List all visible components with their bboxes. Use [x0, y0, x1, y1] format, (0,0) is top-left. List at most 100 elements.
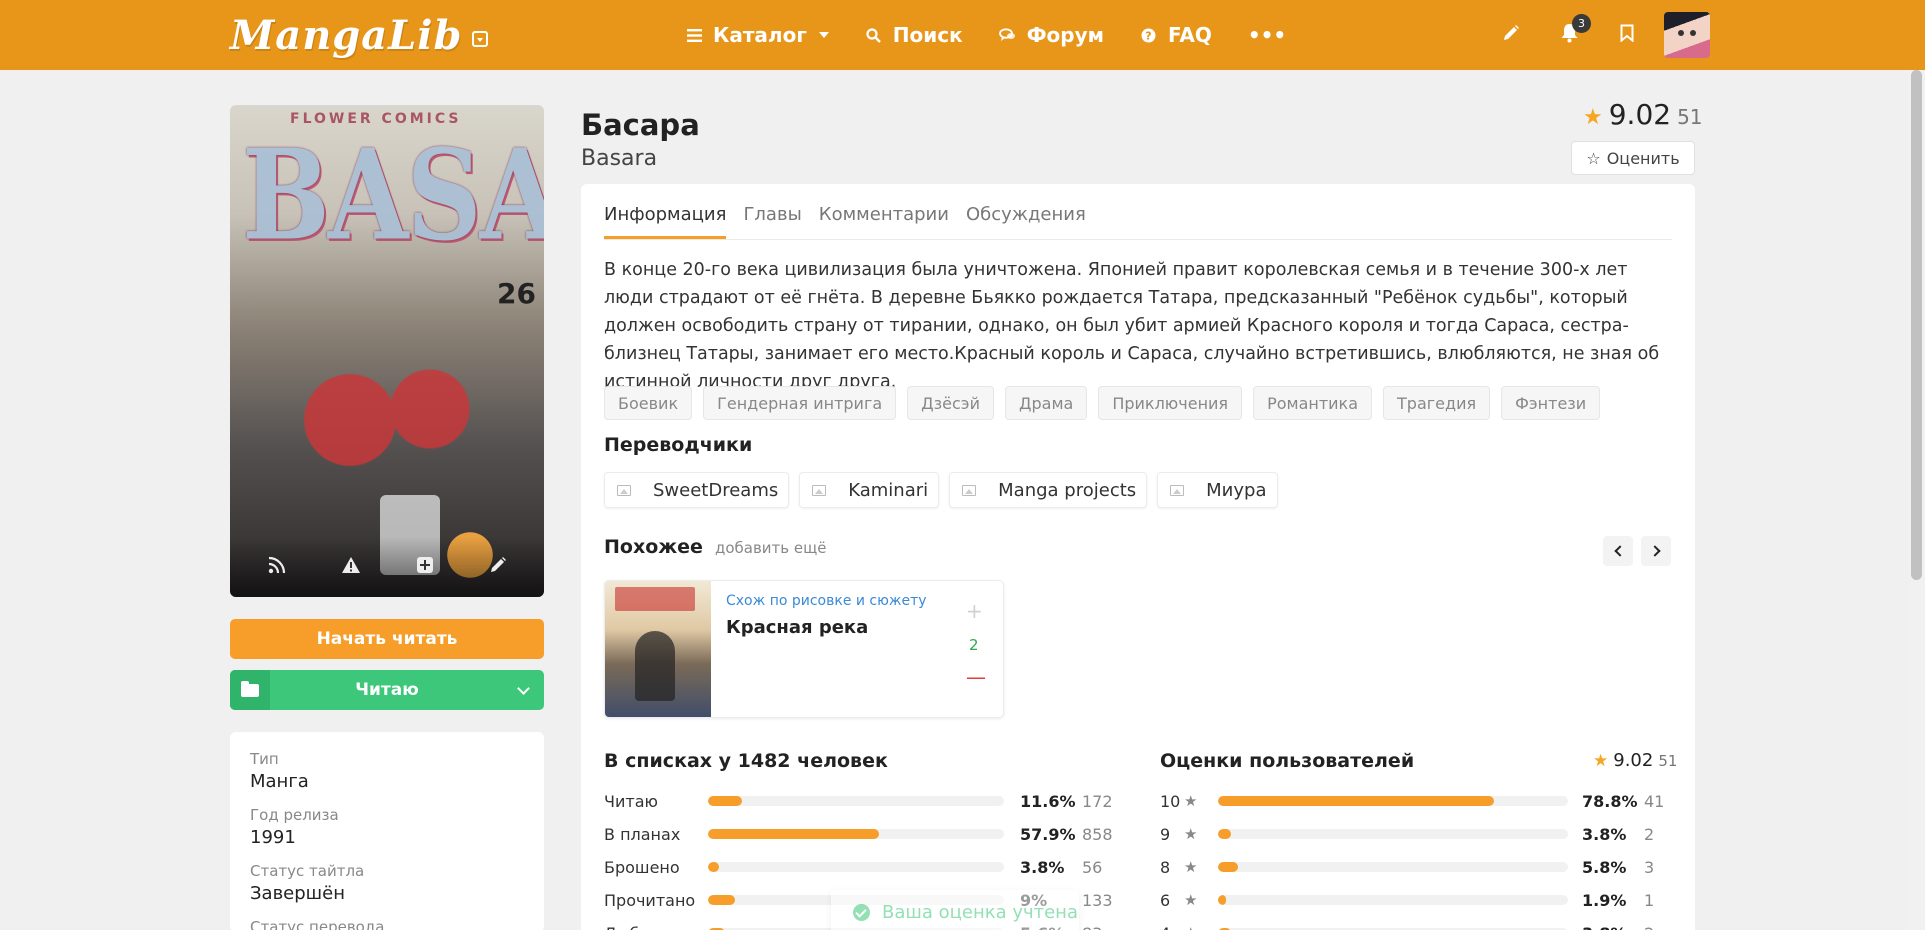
top-navbar: MangaLib Каталог Поиск Форум ? FAQ ••• 3: [0, 0, 1925, 70]
similar-name[interactable]: Красная река: [726, 617, 868, 638]
translator-chip[interactable]: Kaminari: [799, 472, 940, 508]
genre-tag[interactable]: Романтика: [1253, 386, 1373, 420]
list-stat-fill: [708, 829, 880, 839]
tab-chapters[interactable]: Главы: [743, 204, 801, 239]
translator-chip[interactable]: SweetDreams: [604, 472, 790, 508]
info-value[interactable]: 1991: [250, 827, 524, 848]
rating-stat-bar: [1218, 829, 1568, 839]
translator-chip[interactable]: Миура: [1157, 472, 1278, 508]
warning-icon[interactable]: [341, 555, 361, 579]
start-reading-button[interactable]: Начать читать: [230, 619, 544, 659]
star-icon: ★: [1593, 751, 1609, 771]
edit-button[interactable]: [1482, 0, 1540, 70]
translator-name: Kaminari: [848, 479, 929, 501]
bookmarks-button[interactable]: [1598, 0, 1656, 70]
list-stat-row: Брошено 3.8% 56: [604, 856, 1102, 878]
info-value[interactable]: Манга: [250, 771, 524, 792]
rating-stat-row: 10 ★ 78.8% 41: [1160, 790, 1664, 812]
notifications-button[interactable]: 3: [1540, 0, 1598, 70]
avatar[interactable]: [1664, 12, 1710, 58]
rating-stat-label: 10: [1160, 791, 1181, 811]
similar-cover[interactable]: [605, 581, 711, 717]
rating-value: 9.02: [1613, 750, 1654, 771]
info-value[interactable]: Завершён: [250, 883, 524, 904]
logo-dropdown-icon[interactable]: [472, 31, 489, 47]
logo[interactable]: MangaLib: [230, 12, 489, 59]
svg-text:?: ?: [1146, 29, 1152, 42]
tab-discussions[interactable]: Обсуждения: [966, 204, 1086, 239]
rating-stat-count: 3: [1644, 857, 1655, 877]
nav-catalog-label: Каталог: [713, 23, 807, 47]
page-title: Басара: [581, 108, 700, 142]
rate-button[interactable]: ☆ Оценить: [1571, 141, 1695, 175]
main-content-card: Информация Главы Комментарии Обсуждения …: [581, 184, 1695, 930]
rating-stat-fill: [1218, 862, 1239, 872]
similar-pagination: [1603, 536, 1671, 566]
info-label: Статус тайтла: [250, 862, 365, 880]
rating-stat-bar: [1218, 862, 1568, 872]
list-stat-fill: [708, 862, 720, 872]
list-stat-label: Любимые: [604, 924, 708, 930]
tab-comments[interactable]: Комментарии: [819, 204, 949, 239]
list-stat-bar: [708, 829, 1004, 839]
scrollbar-thumb[interactable]: [1911, 70, 1922, 580]
rating-stat-percent: 78.8%: [1582, 791, 1638, 811]
rss-icon[interactable]: [268, 555, 286, 579]
pencil-icon[interactable]: [489, 555, 507, 579]
list-stat-percent: 3.8%: [1020, 857, 1065, 877]
translators-title: Переводчики: [604, 434, 753, 456]
tabs: Информация Главы Комментарии Обсуждения: [604, 184, 1672, 240]
nav-faq-label: FAQ: [1167, 23, 1212, 47]
bookmark-icon: [1620, 23, 1634, 47]
similar-card[interactable]: Схож по рисовке и сюжету Красная река + …: [604, 580, 1004, 718]
add-square-icon[interactable]: [416, 555, 434, 579]
next-button[interactable]: [1641, 536, 1671, 566]
genre-tag[interactable]: Дзёсэй: [907, 386, 994, 420]
genre-tag[interactable]: Фэнтези: [1501, 386, 1601, 420]
prev-button[interactable]: [1603, 536, 1633, 566]
question-icon: ?: [1140, 26, 1158, 44]
rating-stat-percent: 5.8%: [1582, 857, 1627, 877]
tab-info[interactable]: Информация: [604, 204, 727, 239]
add-similar-link[interactable]: добавить ещё: [715, 539, 827, 557]
rating-summary: ★ 9.02 51: [1583, 98, 1703, 131]
scrollbar[interactable]: [1908, 70, 1925, 930]
manga-cover: FLOWER COMICS BASARA 26: [230, 105, 544, 597]
translator-name: Manga projects: [998, 479, 1137, 501]
pencil-icon: [1502, 23, 1520, 47]
vote-count: 2: [969, 636, 979, 654]
nav-faq[interactable]: ? FAQ: [1140, 23, 1212, 47]
chevron-left-icon: [1613, 545, 1626, 557]
genre-tag[interactable]: Приключения: [1098, 386, 1243, 420]
rating-stat-count: 2: [1644, 924, 1654, 930]
nav-search-label: Поиск: [892, 23, 963, 47]
list-stat-fill: [708, 796, 743, 806]
rating-stat-row: 8 ★ 5.8% 3: [1160, 856, 1654, 878]
translators-list: SweetDreams Kaminari Manga projects Миур…: [604, 472, 1278, 508]
downvote-button[interactable]: —: [966, 665, 986, 689]
ratings-title: Оценки пользователей: [1160, 750, 1415, 772]
rating-stat-count: 2: [1644, 824, 1655, 844]
rating-stat-percent: 3.8%: [1582, 924, 1644, 930]
rating-stat-percent: 1.9%: [1582, 890, 1627, 910]
nav-forum-label: Форум: [1026, 23, 1104, 47]
nav-catalog[interactable]: Каталог: [685, 23, 829, 47]
translator-chip[interactable]: Manga projects: [949, 472, 1148, 508]
genre-tag[interactable]: Гендерная интрига: [703, 386, 897, 420]
folder-button[interactable]: [230, 670, 270, 710]
cover-title-text: BASARA: [242, 121, 544, 269]
nav-more-button[interactable]: •••: [1248, 23, 1286, 47]
nav-forum[interactable]: Форум: [999, 23, 1104, 47]
list-stat-row: Читаю 11.6% 172: [604, 790, 1113, 812]
upvote-button[interactable]: +: [966, 599, 983, 623]
image-icon: [617, 484, 631, 496]
genre-tag[interactable]: Трагедия: [1383, 386, 1491, 420]
rating-value: 9.02: [1608, 98, 1672, 131]
star-icon: ★: [1583, 105, 1603, 130]
image-icon: [1170, 484, 1185, 496]
list-status-button[interactable]: Читаю: [230, 670, 544, 710]
nav-search[interactable]: Поиск: [865, 23, 963, 47]
genre-tag[interactable]: Драма: [1004, 386, 1088, 420]
genre-tag[interactable]: Боевик: [604, 386, 693, 420]
rating-count: 51: [1677, 105, 1703, 129]
